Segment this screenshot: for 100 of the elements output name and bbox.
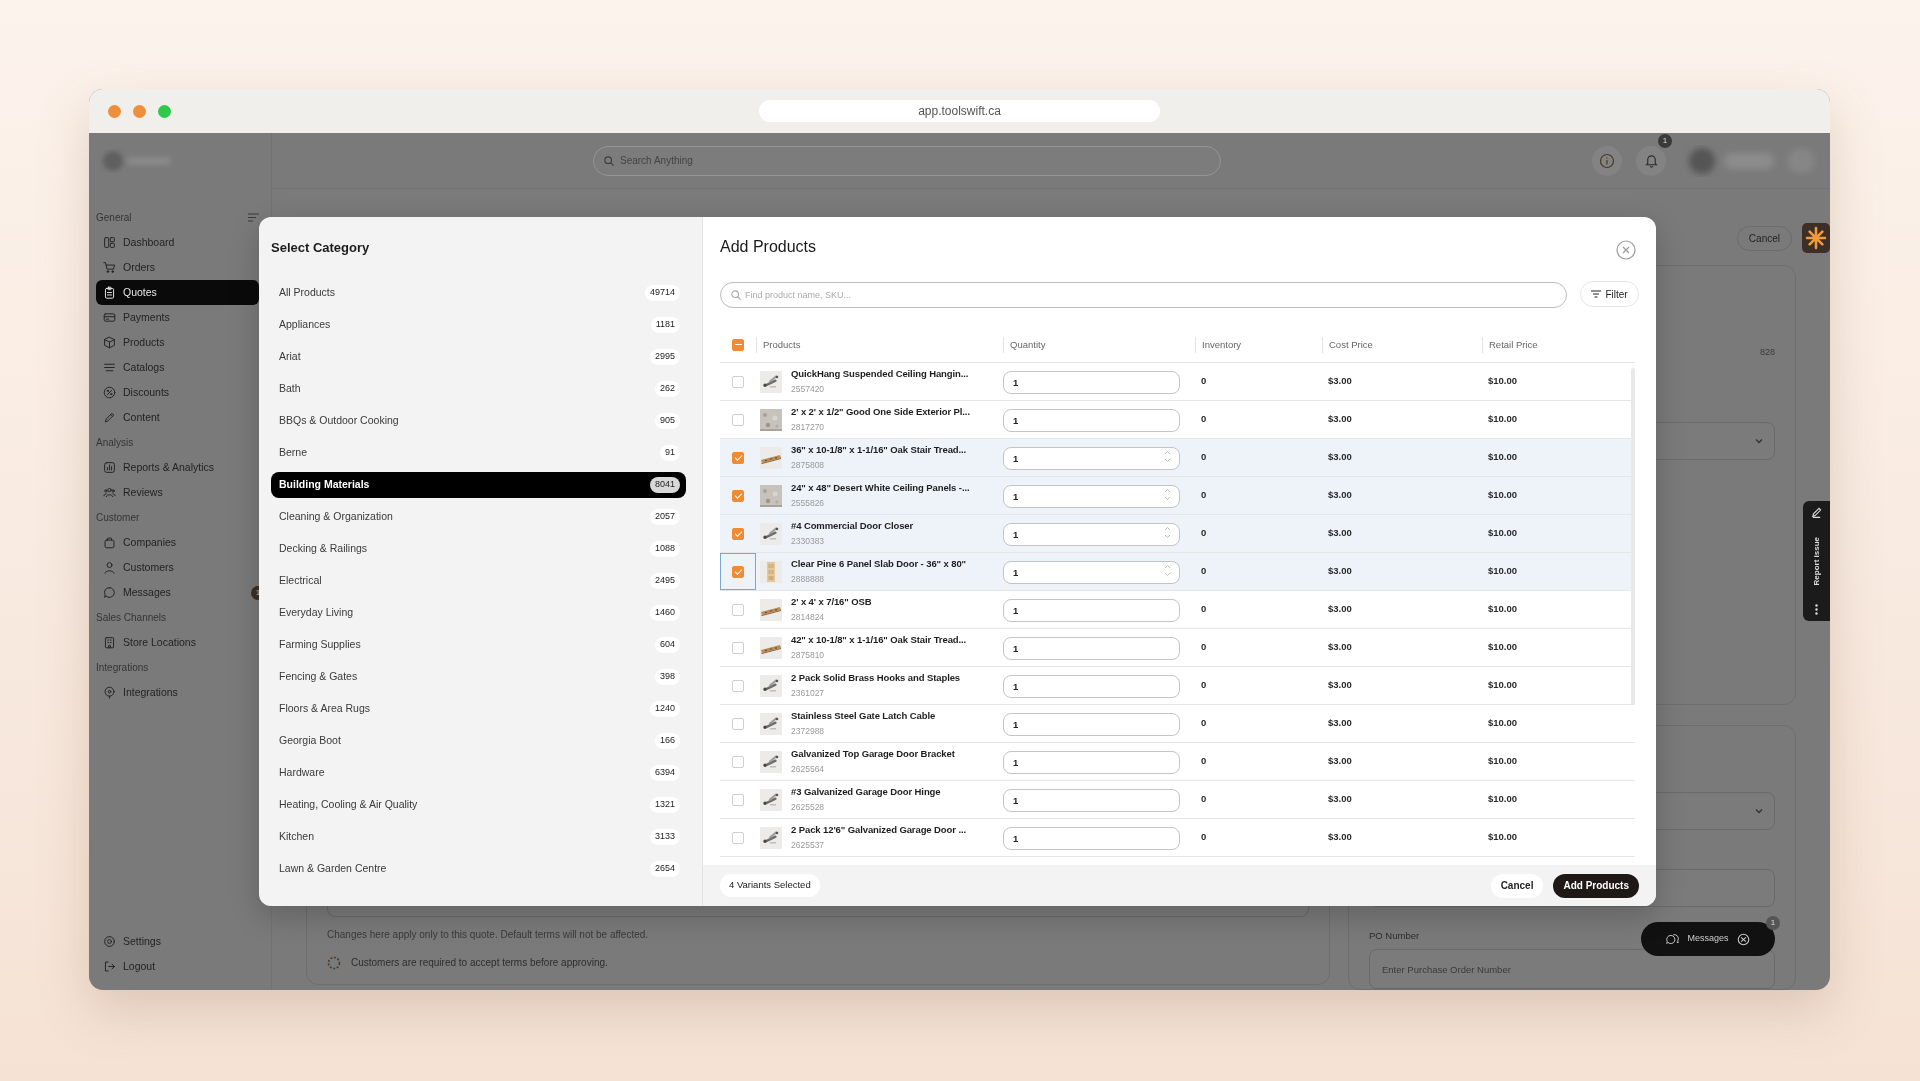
section-title: General [96, 211, 132, 225]
quantity-field[interactable]: 1 [1003, 827, 1180, 850]
sidebar-item[interactable]: Settings [96, 929, 259, 954]
inventory-count: 0 [1200, 830, 1208, 845]
inventory-count: 0 [1200, 564, 1208, 579]
category-item[interactable]: Appliances 1181 [271, 309, 686, 341]
asterisk-logo[interactable] [1802, 223, 1830, 253]
category-item[interactable]: Electrical 2495 [271, 565, 686, 597]
checkbox[interactable] [732, 641, 744, 654]
maximize-button[interactable] [158, 104, 171, 118]
checkbox[interactable] [732, 565, 744, 578]
spinner-icon[interactable] [1164, 488, 1171, 501]
checkbox[interactable] [732, 489, 744, 502]
po-number-field[interactable]: Enter Purchase Order Number [1369, 949, 1775, 989]
sidebar-item[interactable]: Store Locations [96, 630, 259, 655]
dotted-circle-icon[interactable] [327, 955, 341, 970]
count-badge: 49714 [644, 285, 680, 301]
checkbox[interactable] [732, 413, 744, 426]
close-button[interactable] [108, 104, 121, 118]
count-badge: 1321 [649, 797, 680, 813]
category-item[interactable]: Berne 91 [271, 437, 686, 469]
category-item[interactable]: Building Materials 8041 [271, 472, 686, 498]
cost-price: $3.00 [1327, 640, 1353, 655]
spinner-icon[interactable] [1164, 526, 1171, 539]
retail-price: $10.00 [1487, 830, 1519, 845]
category-item[interactable]: BBQs & Outdoor Cooking 905 [271, 405, 686, 437]
quantity-field[interactable]: 1 [1003, 599, 1180, 622]
cancel-button[interactable]: Cancel [1490, 873, 1544, 898]
info-button[interactable] [1592, 145, 1622, 176]
sidebar-item[interactable]: Companies [96, 530, 259, 555]
category-item[interactable]: All Products 49714 [271, 277, 686, 309]
sort-icon[interactable] [248, 213, 259, 222]
checkbox[interactable] [732, 679, 744, 692]
sidebar-item[interactable]: Orders [96, 255, 259, 280]
count-badge: 2495 [649, 573, 680, 589]
checkbox[interactable] [732, 451, 744, 464]
checkbox[interactable] [732, 375, 744, 388]
sku: 2361027 [791, 687, 826, 700]
sidebar-item[interactable]: Integrations [96, 680, 259, 705]
category-item[interactable]: Lawn & Garden Centre 2654 [271, 853, 686, 885]
checkbox[interactable] [732, 717, 744, 730]
cost-price: $3.00 [1327, 716, 1353, 731]
category-item[interactable]: Fencing & Gates 398 [271, 661, 686, 693]
quantity-field[interactable]: 1 [1003, 371, 1180, 394]
quantity-field[interactable]: 1 [1003, 713, 1180, 736]
sidebar-item[interactable]: Content [96, 405, 259, 430]
category-item[interactable]: Heating, Cooling & Air Quality 1321 [271, 789, 686, 821]
category-item[interactable]: Everyday Living 1460 [271, 597, 686, 629]
category-item[interactable]: Hardware 6394 [271, 757, 686, 789]
checkbox[interactable] [732, 603, 744, 616]
checkbox[interactable] [732, 338, 744, 351]
sidebar-item[interactable]: Reviews [96, 480, 259, 505]
checkbox[interactable] [732, 527, 744, 540]
category-item[interactable]: Decking & Railings 1088 [271, 533, 686, 565]
quantity-field[interactable]: 1 [1003, 447, 1180, 470]
sidebar-item[interactable]: Discounts [96, 380, 259, 405]
category-item[interactable]: Bath 262 [271, 373, 686, 405]
checkbox[interactable] [732, 755, 744, 768]
quantity-field[interactable]: 1 [1003, 751, 1180, 774]
sidebar-item[interactable]: Products [96, 330, 259, 355]
sidebar-item[interactable]: Quotes [96, 280, 259, 305]
inventory-count: 0 [1200, 412, 1208, 427]
quantity-field[interactable]: 1 [1003, 637, 1180, 660]
category-item[interactable]: Floors & Area Rugs 1240 [271, 693, 686, 725]
report-tab[interactable]: Report issue [1803, 501, 1830, 621]
category-item[interactable]: Kitchen 3133 [271, 821, 686, 853]
count-badge: 166 [654, 733, 680, 749]
address-bar[interactable]: app.toolswift.ca [759, 100, 1160, 122]
sidebar-item[interactable]: Customers [96, 555, 259, 580]
checkbox[interactable] [732, 793, 744, 806]
category-item[interactable]: Cleaning & Organization 2057 [271, 501, 686, 533]
cost-price: $3.00 [1327, 488, 1353, 503]
bell-button[interactable] [1636, 145, 1666, 176]
category-item[interactable]: Farming Supplies 604 [271, 629, 686, 661]
building-icon [103, 636, 116, 649]
quantity-field[interactable]: 1 [1003, 789, 1180, 812]
sidebar-item[interactable]: Catalogs [96, 355, 259, 380]
cancel-button[interactable]: Cancel [1736, 225, 1792, 251]
spinner-icon[interactable] [1164, 564, 1171, 577]
quantity-field[interactable]: 1 [1003, 561, 1180, 584]
count-badge: 1 [1766, 916, 1780, 930]
sidebar-item[interactable]: Logout [96, 954, 259, 979]
bell-icon [1643, 153, 1659, 168]
category-item[interactable]: Georgia Boot 166 [271, 725, 686, 757]
search-field[interactable]: Find product name, SKU... [720, 282, 1567, 308]
spinner-icon[interactable] [1164, 450, 1171, 463]
checkbox[interactable] [732, 831, 744, 844]
close-button[interactable] [1616, 237, 1636, 257]
filter-button[interactable]: Filter [1580, 281, 1639, 307]
product-name: #3 Galvanized Garage Door Hinge [791, 785, 941, 799]
sidebar-item[interactable]: Reports & Analytics [96, 455, 259, 480]
category-item[interactable]: Ariat 2995 [271, 341, 686, 373]
quantity-field[interactable]: 1 [1003, 409, 1180, 432]
minimize-button[interactable] [133, 104, 146, 118]
quantity-field[interactable]: 1 [1003, 485, 1180, 508]
quantity-field[interactable]: 1 [1003, 675, 1180, 698]
add-products-button[interactable]: Add Products [1553, 873, 1639, 898]
sidebar-item[interactable]: Payments [96, 305, 259, 330]
quantity-field[interactable]: 1 [1003, 523, 1180, 546]
sidebar-item[interactable]: Dashboard [96, 230, 259, 255]
